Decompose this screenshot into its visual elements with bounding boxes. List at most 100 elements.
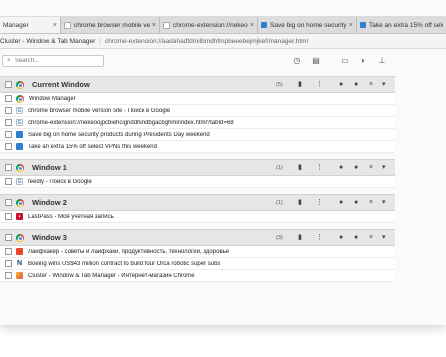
google-icon: G	[16, 119, 23, 126]
group-checkbox[interactable]	[5, 234, 12, 241]
chevron-down-icon[interactable]: ▾	[382, 198, 386, 208]
tab-checkbox[interactable]	[5, 95, 12, 102]
tab-row-title: Лайфхакер - советы и лайфхаки, продуктив…	[28, 248, 230, 255]
tab-checkbox[interactable]	[5, 107, 12, 114]
group-checkbox[interactable]	[5, 199, 12, 206]
pushpin-icon[interactable]: ⊥	[377, 56, 387, 66]
google-icon: G	[16, 107, 23, 114]
group-checkbox[interactable]	[5, 164, 12, 171]
tab-title: Manager	[3, 21, 29, 29]
window-group-2[interactable]: Window 2 (1) ▮ ⋮ ● ● × ▾	[0, 194, 395, 211]
lastpass-icon: •	[16, 213, 23, 220]
more-icon[interactable]: ⋮	[316, 163, 323, 173]
close-icon[interactable]: ×	[369, 198, 373, 208]
browser-tab-vpn[interactable]: Take an extra 15% off select V	[357, 17, 446, 33]
blue-page-icon	[16, 131, 23, 138]
tab-row-title: Take an extra 15% off select VPNs this w…	[28, 143, 157, 150]
close-circle-icon[interactable]: ●	[354, 198, 358, 208]
chrome-icon	[16, 80, 24, 89]
tab-count: (1)	[276, 164, 283, 171]
close-circle-icon[interactable]: ●	[354, 80, 358, 90]
close-icon[interactable]: ×	[53, 22, 57, 29]
close-icon[interactable]: ×	[369, 233, 373, 243]
close-circle-icon[interactable]: ●	[354, 233, 358, 243]
tab-row-title: Window Manager	[29, 95, 76, 102]
close-icon[interactable]: ×	[369, 163, 373, 173]
tab-checkbox[interactable]	[5, 260, 12, 267]
tab-row-title: chrome-extension://nekeoojpcbiehcignddhi…	[28, 119, 234, 126]
chevron-down-icon[interactable]: ▾	[382, 233, 386, 243]
address-bar[interactable]: Cluster - Window & Tab Manager | chrome-…	[0, 34, 446, 49]
block-icon[interactable]: ●	[339, 80, 343, 90]
bookmark-icon[interactable]: ▮	[298, 198, 302, 208]
browser-tab-manager[interactable]: Manager ×	[0, 17, 61, 33]
close-icon[interactable]: ×	[152, 22, 156, 29]
tab-row-title: Boeing wins US$43 million contract to bu…	[28, 260, 221, 267]
tab-row[interactable]: Save big on home security products durin…	[0, 129, 395, 141]
tab-row[interactable]: G feedly - Поиск в Google	[0, 176, 395, 188]
bookmark-icon[interactable]: ▮	[298, 233, 302, 243]
tab-checkbox[interactable]	[5, 272, 12, 279]
blue-page-icon	[360, 22, 366, 28]
block-icon[interactable]: ●	[339, 233, 343, 243]
bookmark-icon[interactable]: ▮	[298, 80, 302, 90]
tab-checkbox[interactable]	[5, 131, 12, 138]
group-title: Current Window	[32, 80, 90, 89]
tab-row[interactable]: G chrome browser mobile version site - П…	[0, 105, 395, 117]
bookmark-icon[interactable]: ▮	[298, 163, 302, 173]
group-title: Window 3	[32, 233, 67, 242]
save-session-icon[interactable]: ▤	[311, 56, 321, 66]
tab-row[interactable]: Window Manager	[0, 93, 395, 105]
tab-checkbox[interactable]	[5, 213, 12, 220]
block-icon[interactable]: ●	[339, 163, 343, 173]
page-icon	[163, 21, 170, 29]
tab-row[interactable]: N Boeing wins US$43 million contract to …	[0, 258, 395, 270]
more-icon[interactable]: ⋮	[316, 80, 323, 90]
tab-count: (3)	[276, 234, 283, 241]
tab-row-title: Save big on home security products durin…	[28, 131, 210, 138]
tab-count: (1)	[276, 199, 283, 206]
chevron-down-icon[interactable]: ▾	[382, 163, 386, 173]
tab-checkbox[interactable]	[5, 248, 12, 255]
close-icon[interactable]: ×	[349, 22, 353, 29]
tab-row[interactable]: G chrome-extension://nekeoojpcbiehcigndd…	[0, 117, 395, 129]
chevron-down-icon[interactable]: ▾	[382, 80, 386, 90]
browser-tab-extension[interactable]: chrome-extension://nekeoojc ×	[160, 17, 258, 33]
window-group-current[interactable]: Current Window (5) ▮ ⋮ ● ● × ▾	[0, 76, 395, 93]
window-group-1[interactable]: Window 1 (1) ▮ ⋮ ● ● × ▾	[0, 159, 395, 176]
tab-row[interactable]: • LastPass - Моя учетная запись	[0, 211, 395, 223]
google-icon: G	[16, 178, 23, 185]
search-box[interactable]: ⌕	[2, 55, 104, 67]
tab-strip: Manager × chrome browser mobile version …	[0, 16, 446, 34]
tab-row[interactable]: Лайфхакер - советы и лайфхаки, продуктив…	[0, 246, 395, 258]
group-title: Window 1	[32, 163, 67, 172]
tab-row-title: chrome browser mobile version site - Пои…	[28, 107, 171, 114]
group-checkbox[interactable]	[5, 81, 12, 88]
tab-row-title: LastPass - Моя учетная запись	[28, 213, 114, 220]
tab-row[interactable]: Take an extra 15% off select VPNs this w…	[0, 141, 395, 153]
more-icon[interactable]: ⋮	[316, 198, 323, 208]
chrome-icon	[16, 163, 24, 172]
search-icon: ⌕	[7, 57, 11, 64]
block-icon[interactable]: ●	[339, 198, 343, 208]
search-input[interactable]	[15, 58, 95, 64]
tab-title: chrome-extension://nekeoojc	[173, 21, 248, 29]
more-icon[interactable]: ⋮	[316, 233, 323, 243]
chrome-icon	[16, 198, 24, 207]
close-icon[interactable]: ×	[369, 80, 373, 90]
close-icon[interactable]: ×	[250, 22, 254, 29]
tab-checkbox[interactable]	[5, 119, 12, 126]
close-circle-icon[interactable]: ●	[354, 163, 358, 173]
tab-row[interactable]: Cluster - Window & Tab Manager - Интерне…	[0, 270, 395, 282]
tab-checkbox[interactable]	[5, 143, 12, 150]
browser-tab-google-search[interactable]: chrome browser mobile version ×	[61, 17, 160, 33]
window-list: Current Window (5) ▮ ⋮ ● ● × ▾ Window Ma…	[0, 76, 395, 282]
browser-window: Manager × chrome browser mobile version …	[0, 0, 446, 325]
browser-tab-security[interactable]: Save big on home security pro ×	[258, 17, 357, 33]
tag-icon[interactable]: ▭	[340, 56, 350, 66]
window-group-3[interactable]: Window 3 (3) ▮ ⋮ ● ● × ▾	[0, 229, 395, 246]
tab-checkbox[interactable]	[5, 178, 12, 185]
pin-icon[interactable]: ◗	[358, 56, 368, 66]
tab-title: Save big on home security pro	[270, 21, 347, 29]
history-icon[interactable]: ◷	[292, 56, 302, 66]
